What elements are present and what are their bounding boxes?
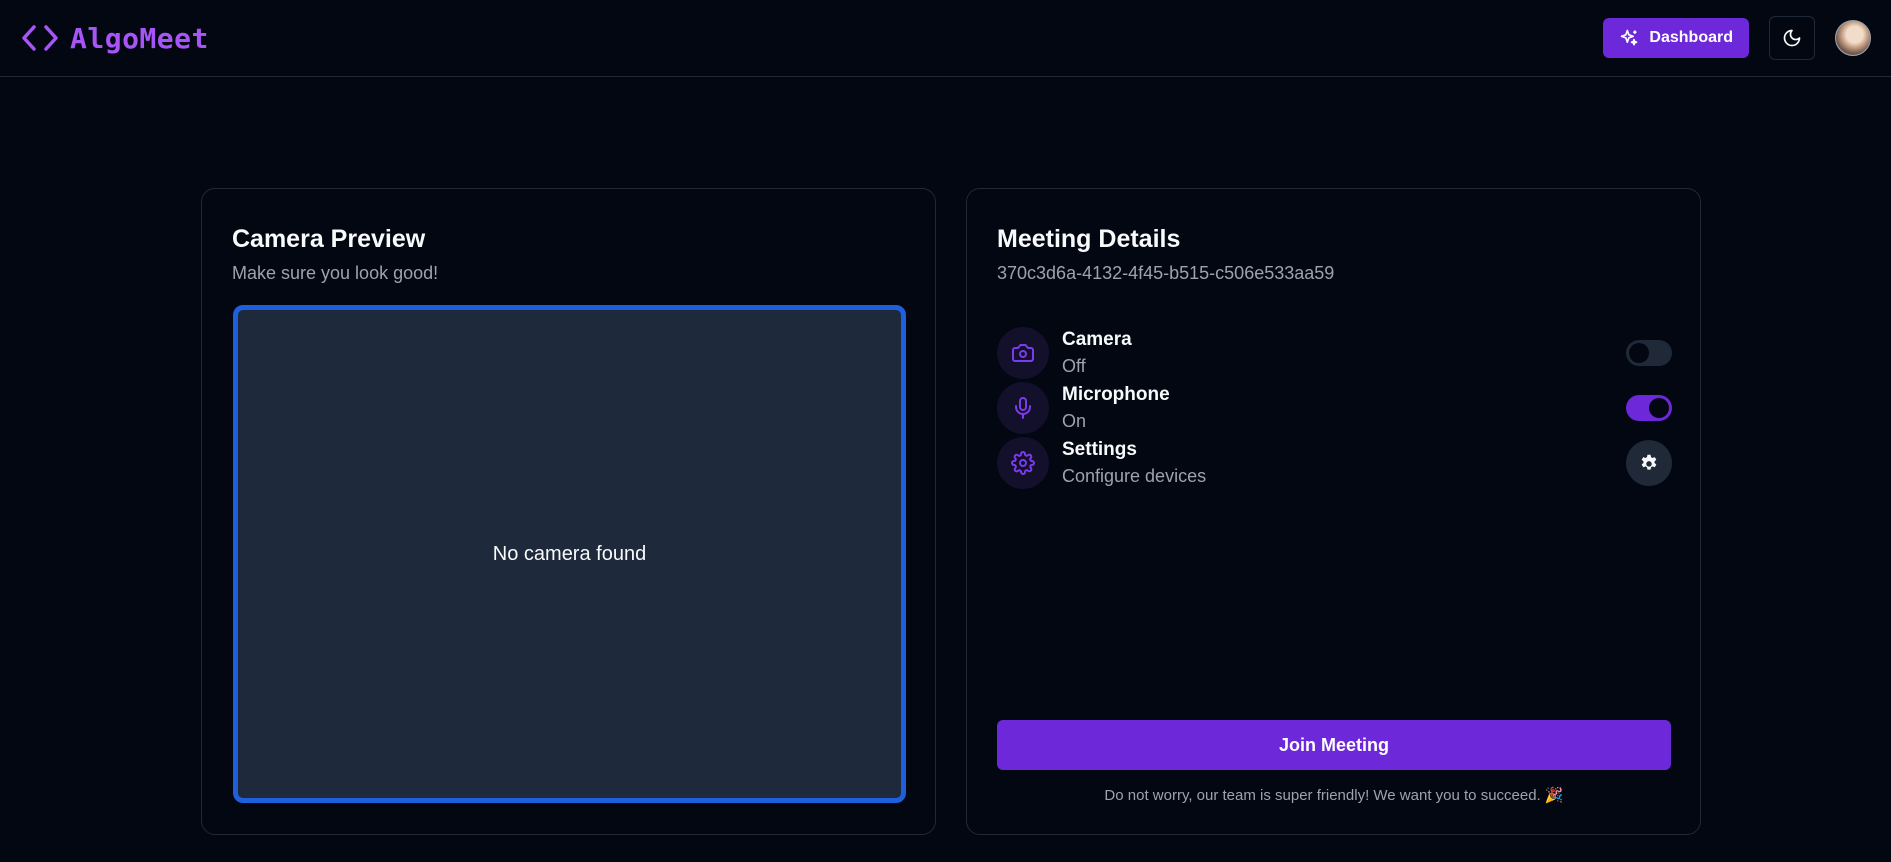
microphone-row: Microphone On <box>997 382 1672 434</box>
join-meeting-button[interactable]: Join Meeting <box>997 720 1671 770</box>
meeting-details-title: Meeting Details <box>997 225 1181 253</box>
camera-status: Off <box>1062 356 1086 376</box>
meeting-id: 370c3d6a-4132-4f45-b515-c506e533aa59 <box>997 263 1335 283</box>
camera-row: Camera Off <box>997 327 1672 379</box>
gear-icon <box>1641 454 1657 470</box>
microphone-toggle[interactable] <box>1626 395 1672 421</box>
settings-button[interactable] <box>1626 440 1672 486</box>
top-nav: AlgoMeet Dashboard <box>0 0 1891 77</box>
meeting-details-card: Meeting Details 370c3d6a-4132-4f45-b515-… <box>966 188 1701 835</box>
camera-preview-card: Camera Preview Make sure you look good! … <box>201 188 936 835</box>
camera-preview-title: Camera Preview <box>232 225 426 253</box>
dashboard-button[interactable]: Dashboard <box>1603 18 1749 58</box>
camera-preview-subtitle: Make sure you look good! <box>232 263 439 283</box>
avatar[interactable] <box>1835 20 1871 56</box>
settings-label: Settings <box>1062 439 1137 460</box>
moon-icon <box>1783 29 1801 47</box>
settings-status: Configure devices <box>1062 466 1207 486</box>
footnote: Do not worry, our team is super friendly… <box>1104 787 1564 804</box>
sparkles-icon <box>1621 29 1638 46</box>
theme-toggle-button[interactable] <box>1769 16 1815 60</box>
code-icon <box>22 25 58 51</box>
microphone-label: Microphone <box>1062 384 1170 405</box>
camera-toggle[interactable] <box>1626 340 1672 366</box>
no-camera-message: No camera found <box>492 542 647 565</box>
camera-icon <box>997 327 1049 379</box>
camera-preview-area: No camera found <box>233 305 906 803</box>
camera-label: Camera <box>1062 329 1132 350</box>
microphone-status: On <box>1062 411 1087 431</box>
brand[interactable]: AlgoMeet <box>20 22 209 55</box>
settings-row: Settings Configure devices <box>997 437 1672 489</box>
settings-icon <box>997 437 1049 489</box>
brand-name: AlgoMeet <box>70 21 209 55</box>
microphone-icon <box>997 382 1049 434</box>
dashboard-label: Dashboard <box>1649 29 1733 46</box>
